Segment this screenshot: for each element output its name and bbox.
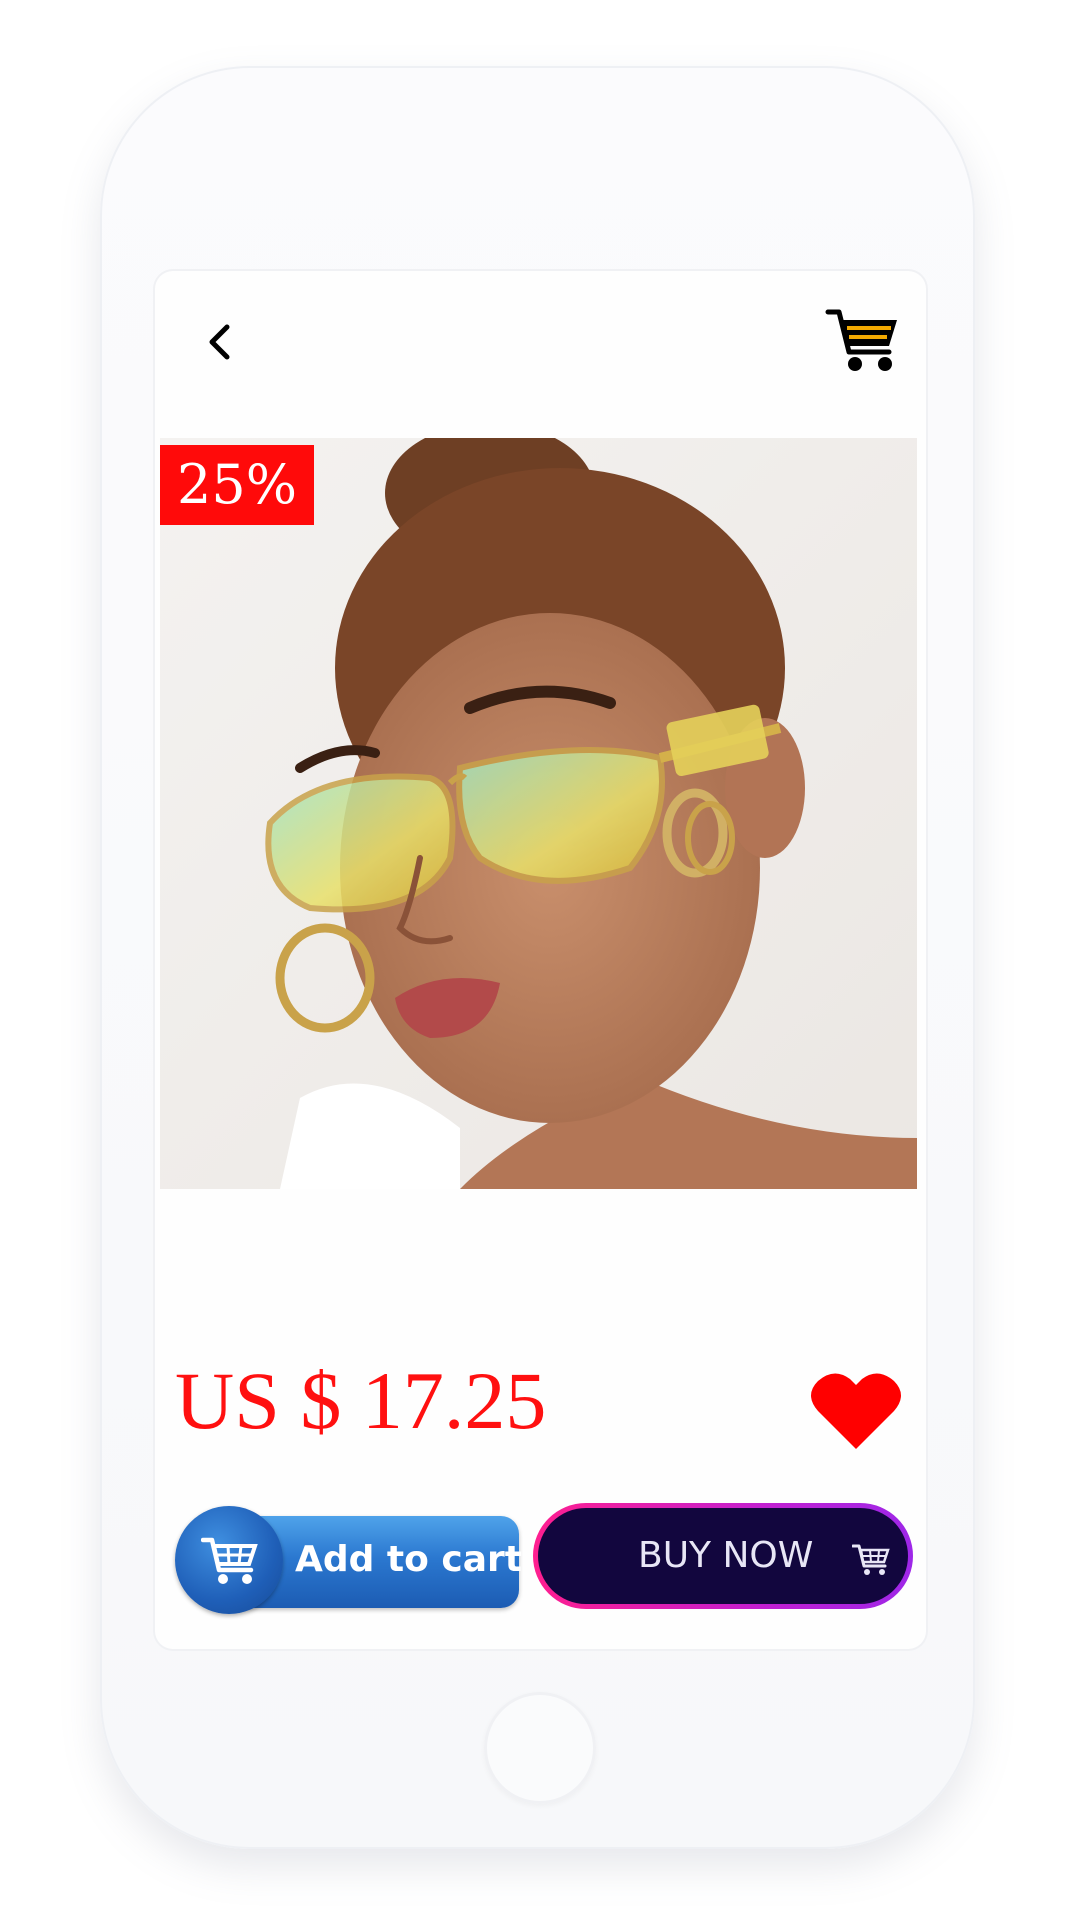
discount-badge: 25% xyxy=(160,445,314,525)
heart-icon[interactable] xyxy=(810,1369,902,1451)
add-to-cart-button[interactable]: Add to cart xyxy=(175,1506,523,1616)
cart-icon xyxy=(852,1544,890,1575)
home-button[interactable] xyxy=(484,1692,596,1804)
shopping-cart-icon xyxy=(201,1537,258,1584)
add-to-cart-icon-circle xyxy=(175,1506,283,1614)
add-to-cart-label: Add to cart xyxy=(295,1539,523,1580)
buy-now-label: BUY NOW xyxy=(638,1535,814,1576)
product-price: US $ 17.25 xyxy=(175,1355,547,1446)
buy-now-button[interactable]: BUY NOW xyxy=(533,1503,913,1609)
product-screen: 25% US $ 17.25 Add to cart BUY NOW xyxy=(155,271,926,1649)
product-image xyxy=(160,438,917,1189)
stage: 25% US $ 17.25 Add to cart BUY NOW xyxy=(0,0,1080,1920)
buy-now-inner: BUY NOW xyxy=(538,1508,908,1604)
chevron-left-icon[interactable] xyxy=(195,317,245,367)
shopping-cart-icon[interactable] xyxy=(825,306,901,376)
